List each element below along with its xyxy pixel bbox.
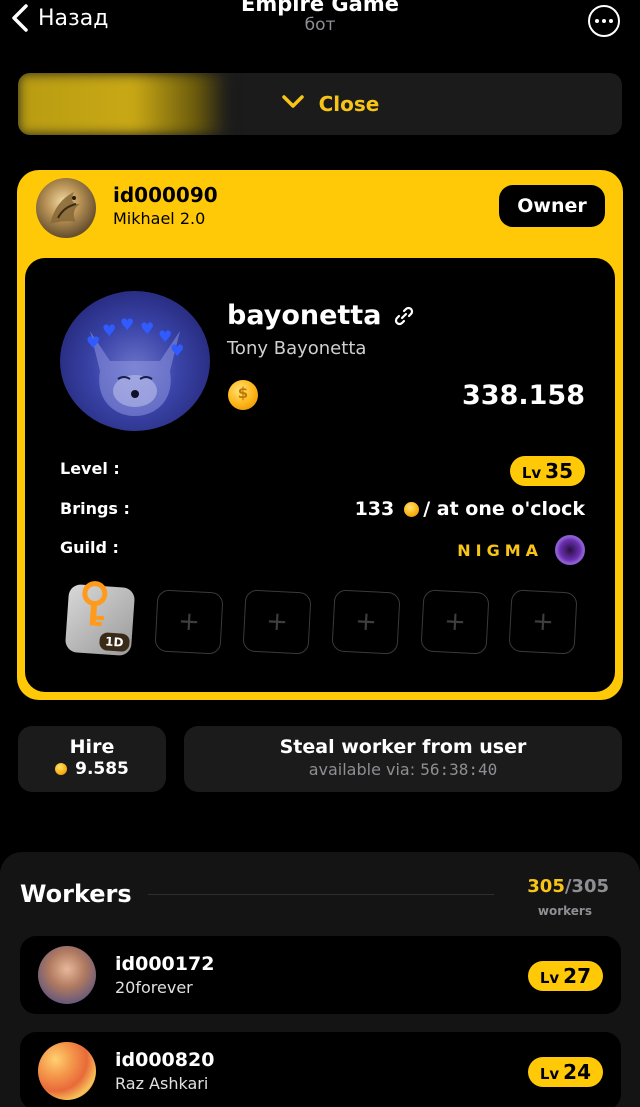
brings-value: 133 / at one o'clock	[355, 498, 585, 520]
heart-icon: ♥	[102, 321, 117, 340]
app-subtitle: бот	[304, 15, 336, 35]
dot-icon	[595, 19, 599, 23]
level-prefix: Lv	[521, 464, 542, 482]
dot-icon	[609, 19, 613, 23]
empty-item-slot[interactable]: +	[508, 589, 578, 655]
coin-icon	[404, 501, 420, 517]
worker-row[interactable]: id000172 20forever Lv 27	[20, 936, 621, 1014]
brings-suffix: / at one o'clock	[423, 498, 585, 520]
empty-item-slot[interactable]: +	[420, 589, 490, 655]
level-value: 35	[545, 459, 573, 483]
username-text: bayonetta	[227, 300, 382, 331]
item-slot-key[interactable]: 1D	[64, 581, 136, 657]
close-bar-button[interactable]: Close	[18, 73, 622, 135]
workers-total: /305	[564, 876, 609, 897]
hire-price: 9.585	[18, 759, 166, 779]
guild-emblem-icon	[555, 535, 585, 565]
level-badge: Lv 35	[509, 456, 585, 486]
app-title: Empire Game	[241, 0, 399, 16]
hire-price-value: 9.585	[75, 759, 129, 779]
plus-icon: +	[265, 606, 289, 638]
dragon-icon	[50, 192, 80, 224]
workers-unit: workers	[537, 904, 592, 918]
item-duration: 1D	[98, 632, 131, 653]
owner-badge: Owner	[499, 185, 605, 227]
more-options-button[interactable]	[588, 5, 620, 37]
guild-name: NIGMA	[457, 540, 543, 560]
worker-id: id000172	[115, 953, 215, 975]
profile-username: bayonetta	[227, 300, 415, 331]
link-icon[interactable]	[393, 305, 415, 327]
worker-level-prefix: Lv	[539, 1065, 560, 1083]
plus-icon: +	[177, 606, 201, 638]
worker-avatar	[38, 946, 96, 1004]
divider	[148, 894, 494, 895]
workers-title: Workers	[20, 880, 132, 908]
worker-name: Raz Ashkari	[115, 1074, 209, 1093]
chevron-down-icon	[281, 94, 305, 114]
fox-image	[90, 331, 180, 416]
steal-timer: 56:38:40	[420, 760, 498, 779]
steal-label: Steal worker from user	[279, 736, 527, 758]
heart-icon: ♥	[86, 333, 101, 352]
empty-item-slot[interactable]: +	[154, 589, 224, 655]
guild-value[interactable]: NIGMA	[457, 535, 585, 565]
steal-worker-button[interactable]: Steal worker from user available via: 56…	[184, 726, 622, 792]
close-bar-content: Close	[18, 73, 622, 135]
coin-icon	[228, 380, 258, 410]
plus-icon: +	[443, 606, 467, 638]
hire-label: Hire	[69, 736, 115, 758]
heart-icon: ♥	[170, 341, 185, 360]
owner-id: id000090	[113, 183, 218, 207]
empty-item-slot[interactable]: +	[331, 589, 401, 655]
workers-current: 305	[527, 876, 565, 897]
coin-icon	[55, 763, 68, 775]
workers-count: 305/305	[527, 876, 609, 897]
worker-name: 20forever	[115, 978, 193, 997]
empty-item-slot[interactable]: +	[242, 589, 312, 655]
worker-id: id000820	[115, 1049, 215, 1071]
balance-value: 338.158	[462, 380, 585, 411]
brings-label: Brings :	[60, 499, 130, 518]
key-icon	[82, 581, 108, 627]
worker-level-value: 27	[563, 964, 591, 988]
workers-panel: Workers 305/305 workers id000172 20forev…	[0, 852, 640, 1107]
worker-level-badge: Lv 27	[527, 961, 603, 991]
profile-card: id000090 Mikhael 2.0 Owner ♥ ♥ ♥ ♥ ♥ ♥ b…	[17, 170, 623, 700]
heart-icon: ♥	[140, 319, 155, 338]
worker-avatar	[38, 1042, 96, 1100]
close-label: Close	[318, 92, 380, 116]
dot-icon	[602, 19, 606, 23]
plus-icon: +	[531, 606, 555, 638]
profile-details: ♥ ♥ ♥ ♥ ♥ ♥ bayonetta Tony Bayonetta 338…	[25, 258, 615, 692]
heart-icon: ♥	[120, 315, 135, 334]
profile-full-name: Tony Bayonetta	[227, 338, 367, 359]
steal-available-prefix: available via:	[308, 760, 416, 779]
level-label: Level :	[60, 459, 120, 478]
top-bar: Назад Empire Game бот	[0, 0, 640, 50]
hire-button[interactable]: Hire 9.585	[18, 726, 166, 792]
worker-level-value: 24	[563, 1060, 591, 1084]
plus-icon: +	[354, 606, 378, 638]
profile-avatar[interactable]: ♥ ♥ ♥ ♥ ♥ ♥	[60, 291, 210, 431]
brings-amount: 133	[354, 498, 395, 520]
worker-row[interactable]: id000820 Raz Ashkari Lv 24	[20, 1032, 621, 1107]
worker-level-prefix: Lv	[539, 969, 560, 987]
owner-avatar[interactable]	[36, 178, 96, 238]
guild-label: Guild :	[60, 538, 119, 557]
steal-availability: available via: 56:38:40	[184, 760, 622, 779]
owner-name: Mikhael 2.0	[113, 209, 206, 228]
title-block: Empire Game бот	[0, 0, 640, 35]
worker-level-badge: Lv 24	[527, 1057, 603, 1087]
